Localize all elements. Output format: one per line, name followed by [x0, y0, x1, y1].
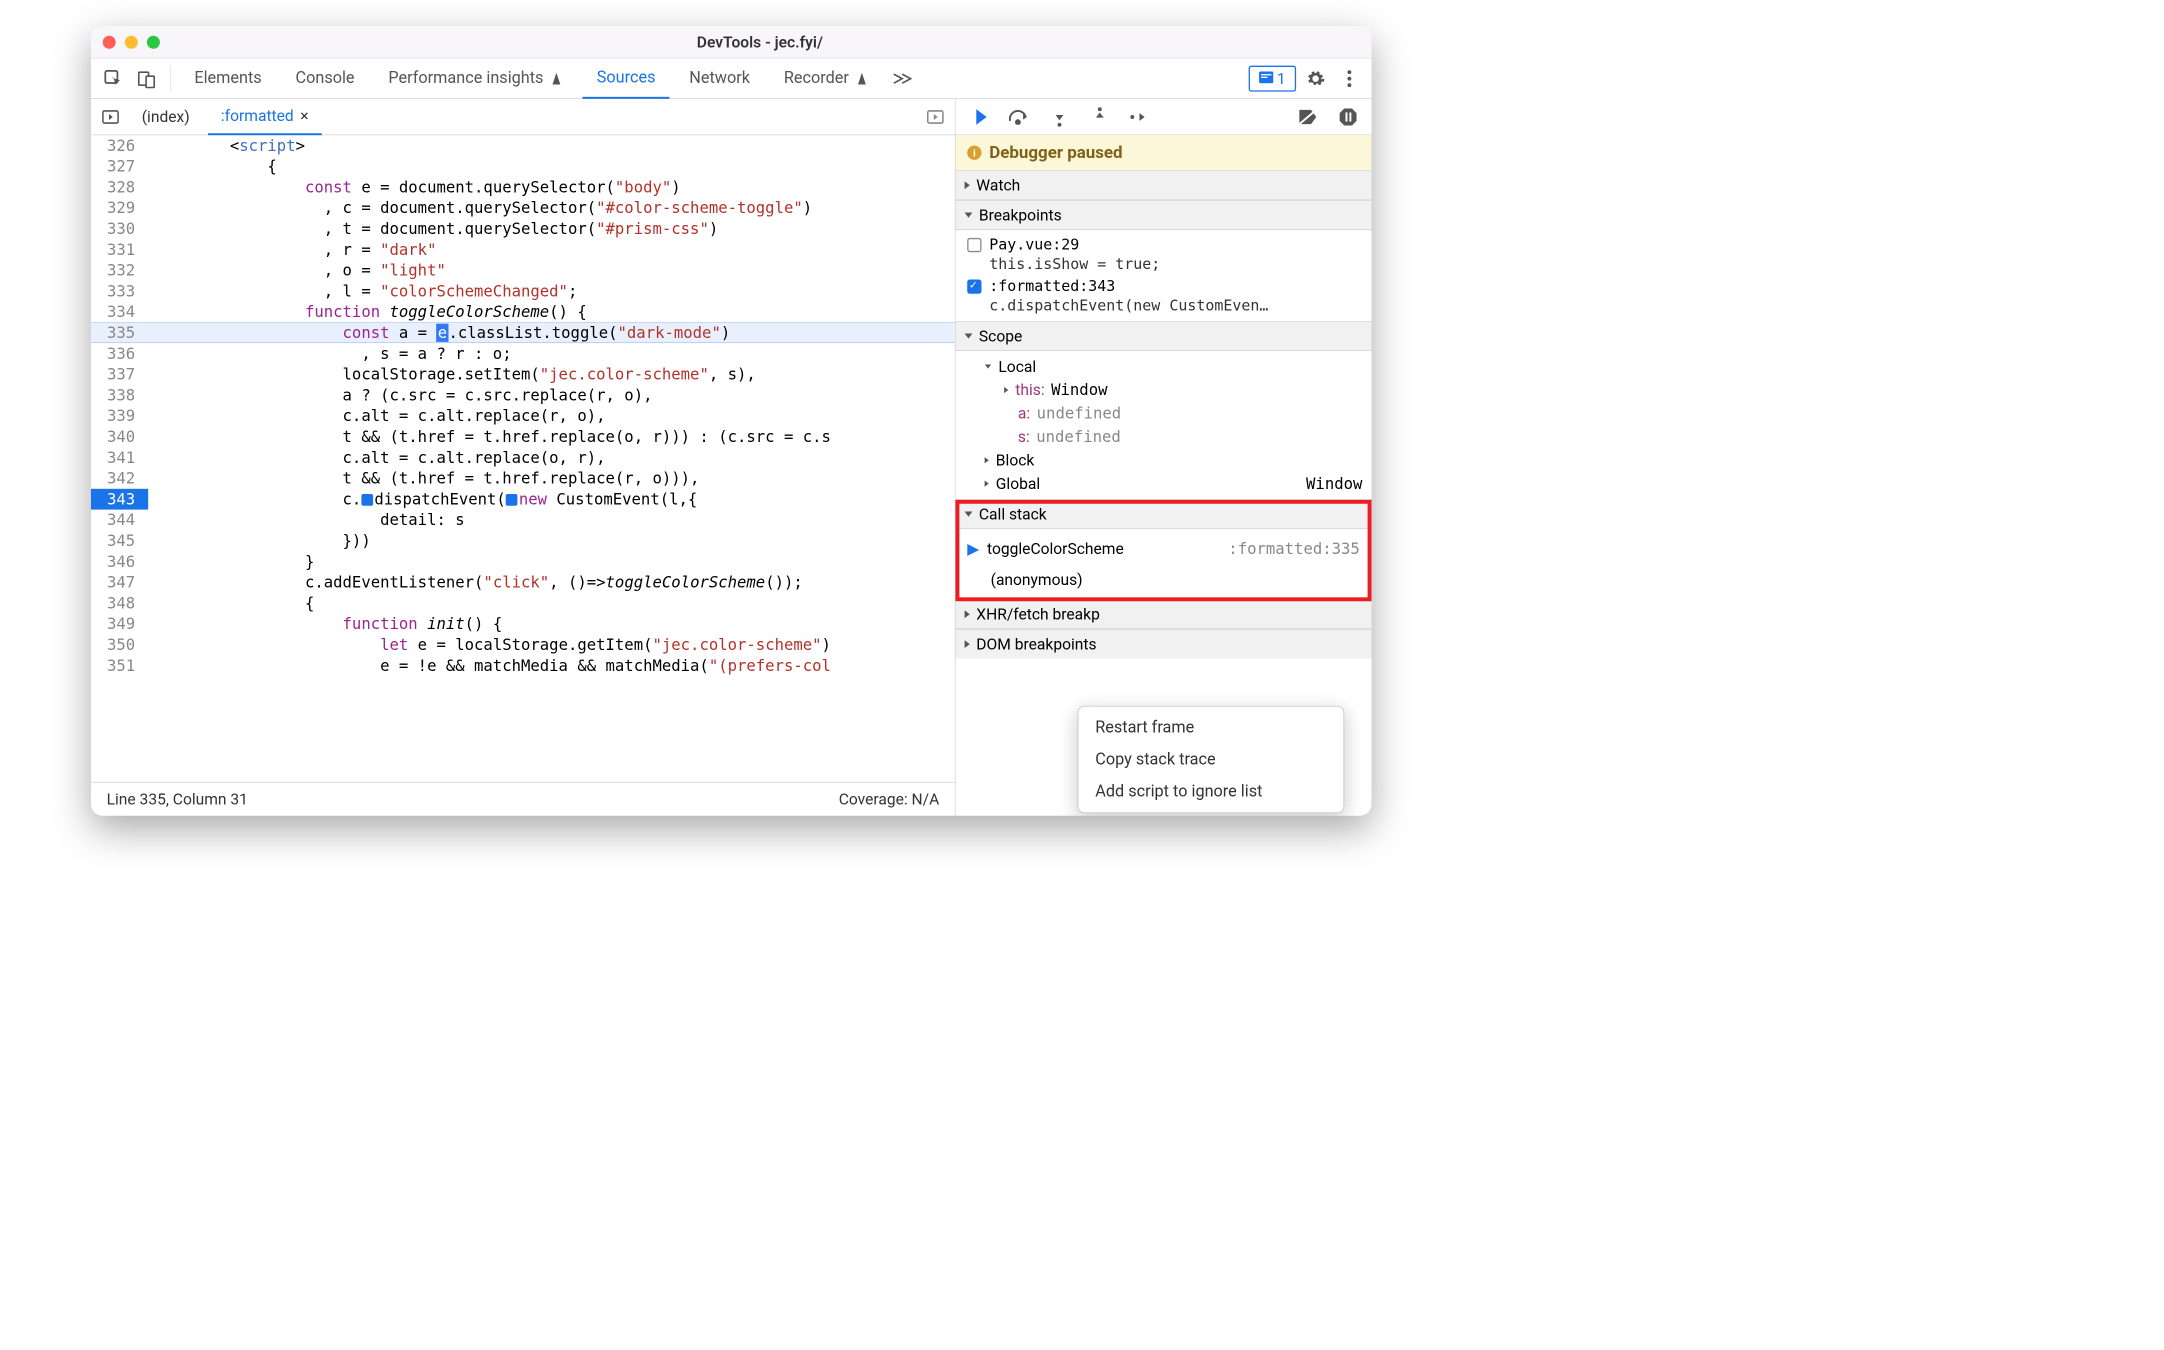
debugger-paused-banner: i Debugger paused — [955, 135, 1371, 170]
tab-elements[interactable]: Elements — [180, 58, 276, 98]
inline-breakpoint-icon[interactable] — [506, 494, 518, 506]
cursor-position: Line 335, Column 31 — [107, 790, 248, 808]
kebab-menu-icon[interactable] — [1335, 64, 1364, 93]
tab-network[interactable]: Network — [675, 58, 764, 98]
step-out-icon[interactable] — [1089, 106, 1110, 127]
scope-var-a[interactable]: a: undefined — [955, 402, 1371, 425]
breakpoint-item[interactable]: :formatted:343 c.dispatchEvent(new Custo… — [955, 276, 1371, 318]
tab-recorder[interactable]: Recorder — [770, 58, 883, 98]
navigator-toggle-icon[interactable] — [98, 104, 124, 130]
callstack-frame[interactable]: (anonymous) — [955, 564, 1371, 595]
step-into-icon[interactable] — [1049, 106, 1070, 127]
tab-sources[interactable]: Sources — [582, 58, 669, 98]
file-tabs: (index) :formatted× — [91, 99, 955, 135]
titlebar: DevTools - jec.fyi/ — [91, 26, 1372, 58]
inspect-icon[interactable] — [99, 64, 128, 93]
dom-breakpoints-header[interactable]: DOM breakpoints — [955, 630, 1371, 659]
breakpoint-item[interactable]: Pay.vue:29 this.isShow = true; — [955, 234, 1371, 276]
debug-controls — [955, 99, 1371, 135]
info-icon: i — [967, 146, 981, 160]
execution-line: 335 const a = e.classList.toggle("dark-m… — [91, 322, 955, 343]
more-tabs-icon[interactable] — [888, 64, 917, 93]
menu-add-ignore-list[interactable]: Add script to ignore list — [1078, 775, 1343, 807]
breakpoint-checkbox[interactable] — [967, 280, 981, 294]
breakpoint-line[interactable]: 343 c.dispatchEvent(new CustomEvent(l,{ — [91, 489, 955, 510]
tab-performance-insights[interactable]: Performance insights — [374, 58, 577, 98]
devtools-window: DevTools - jec.fyi/ Elements Console Per… — [91, 26, 1372, 816]
main-tabbar: Elements Console Performance insights So… — [91, 58, 1372, 98]
tab-console[interactable]: Console — [281, 58, 369, 98]
code-editor[interactable]: 326 <script> 327 { 328 const e = documen… — [91, 135, 955, 782]
close-tab-icon[interactable]: × — [300, 107, 308, 125]
resume-icon[interactable] — [968, 106, 989, 127]
scope-var-this[interactable]: this: Window — [955, 378, 1371, 401]
device-toggle-icon[interactable] — [133, 64, 162, 93]
settings-icon[interactable] — [1301, 64, 1330, 93]
inline-breakpoint-icon[interactable] — [361, 494, 373, 506]
scope-global[interactable]: GlobalWindow — [955, 472, 1371, 495]
watch-section-header[interactable]: Watch — [955, 171, 1371, 200]
callstack-frame[interactable]: ▶ toggleColorScheme :formatted:335 — [955, 533, 1371, 564]
xhr-breakpoints-header[interactable]: XHR/fetch breakp — [955, 600, 1371, 629]
deactivate-breakpoints-icon[interactable] — [1297, 106, 1318, 127]
window-title: DevTools - jec.fyi/ — [160, 33, 1360, 51]
maximize-window-icon[interactable] — [147, 35, 160, 48]
callstack-section-header[interactable]: Call stack — [955, 500, 1371, 529]
file-tab-formatted[interactable]: :formatted× — [208, 99, 322, 135]
run-snippet-icon[interactable] — [922, 104, 948, 130]
context-menu: Restart frame Copy stack trace Add scrip… — [1078, 706, 1345, 813]
current-frame-icon: ▶ — [967, 540, 979, 558]
scope-local[interactable]: Local — [955, 355, 1371, 378]
close-window-icon[interactable] — [103, 35, 116, 48]
file-tab-index[interactable]: (index) — [129, 99, 203, 135]
minimize-window-icon[interactable] — [125, 35, 138, 48]
pause-on-exceptions-icon[interactable] — [1338, 106, 1359, 127]
scope-var-s[interactable]: s: undefined — [955, 425, 1371, 448]
step-icon[interactable] — [1130, 106, 1151, 127]
scope-block[interactable]: Block — [955, 448, 1371, 471]
step-over-icon[interactable] — [1009, 106, 1030, 127]
status-bar: Line 335, Column 31 Coverage: N/A — [91, 782, 955, 816]
coverage-status: Coverage: N/A — [839, 790, 940, 808]
breakpoint-checkbox[interactable] — [967, 238, 981, 252]
breakpoints-section-header[interactable]: Breakpoints — [955, 201, 1371, 230]
issues-badge[interactable]: 1 — [1248, 65, 1296, 91]
scope-section-header[interactable]: Scope — [955, 322, 1371, 351]
menu-restart-frame[interactable]: Restart frame — [1078, 712, 1343, 744]
menu-copy-stack-trace[interactable]: Copy stack trace — [1078, 744, 1343, 776]
